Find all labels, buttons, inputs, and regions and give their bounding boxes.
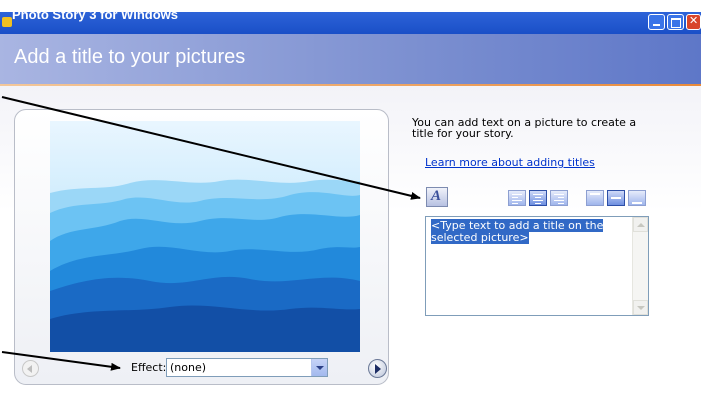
align-bottom-button[interactable]: [628, 190, 646, 206]
maximize-button[interactable]: [667, 14, 684, 30]
close-button[interactable]: [686, 14, 701, 30]
mountain-photo: [50, 121, 360, 352]
align-left-button[interactable]: [508, 190, 526, 206]
instructions-text: You can add text on a picture to create …: [412, 116, 637, 140]
font-select-icon: A: [431, 188, 442, 204]
title-text-value[interactable]: <Type text to add a title on the selecte…: [431, 219, 627, 244]
page-header: Add a title to your pictures: [0, 34, 701, 84]
previous-picture-button[interactable]: [22, 360, 39, 377]
effect-label: Effect:: [131, 361, 167, 374]
window-titlebar: Photo Story 3 for Windows: [0, 7, 701, 34]
picture-preview: [50, 121, 360, 352]
page-title: Add a title to your pictures: [14, 46, 246, 68]
textbox-scrollbar[interactable]: [632, 217, 648, 315]
align-middle-button[interactable]: [607, 190, 625, 206]
minimize-button[interactable]: [648, 14, 665, 30]
effect-value: (none): [170, 361, 207, 374]
next-picture-button[interactable]: [368, 359, 387, 378]
chevron-down-icon[interactable]: [311, 359, 327, 376]
effect-dropdown[interactable]: (none): [166, 358, 328, 377]
align-center-button[interactable]: [529, 190, 547, 206]
window-title: Photo Story 3 for Windows: [12, 7, 178, 22]
font-select-button[interactable]: A: [426, 187, 448, 207]
align-top-button[interactable]: [586, 190, 604, 206]
scroll-down-icon[interactable]: [633, 300, 648, 315]
title-text-input[interactable]: <Type text to add a title on the selecte…: [425, 216, 649, 316]
scroll-up-icon[interactable]: [633, 217, 648, 232]
align-right-button[interactable]: [550, 190, 568, 206]
learn-more-link[interactable]: Learn more about adding titles: [425, 156, 595, 169]
app-icon: [2, 17, 12, 27]
